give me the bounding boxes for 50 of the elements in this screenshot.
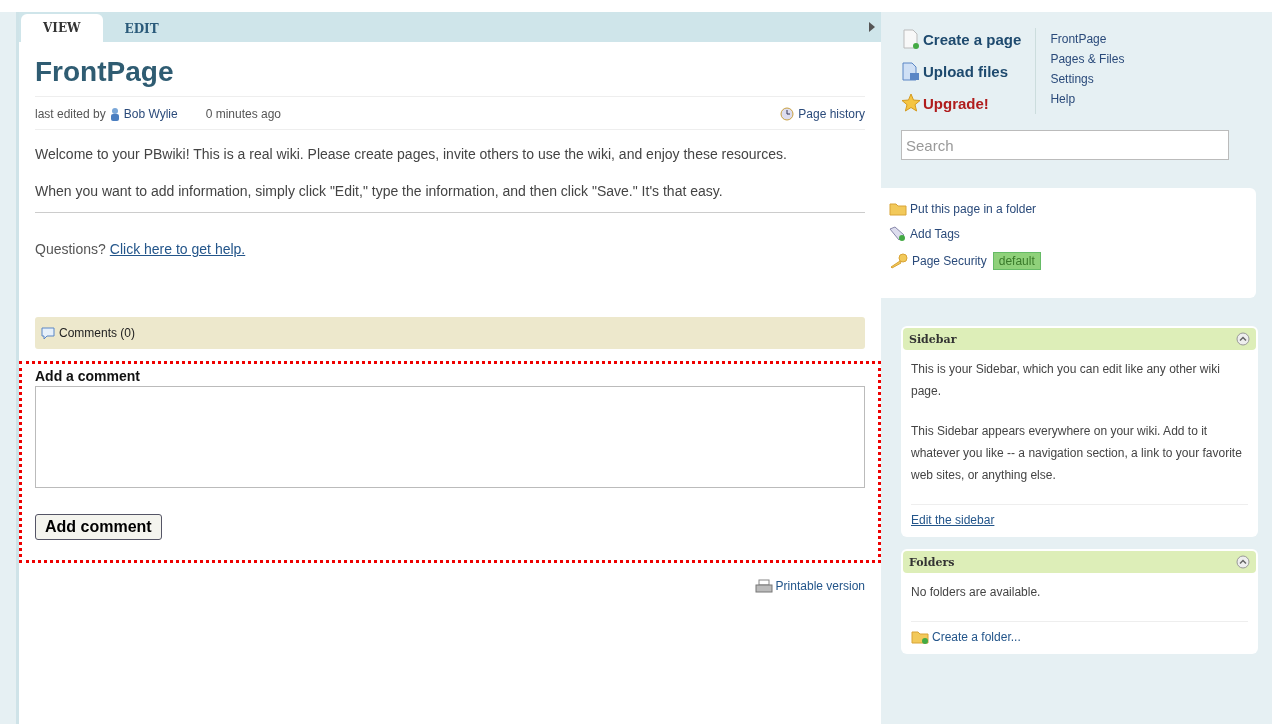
folder-icon (889, 202, 907, 216)
comment-field[interactable] (35, 386, 865, 488)
new-page-icon (901, 28, 921, 50)
page-title: FrontPage (35, 56, 865, 97)
action-link[interactable]: Create a page (901, 28, 1022, 50)
nav-link[interactable]: Settings (1050, 72, 1125, 86)
arrow-icon[interactable] (869, 22, 875, 32)
page-tool-link[interactable]: Add Tags (889, 226, 1248, 242)
tab[interactable]: EDIT (102, 16, 181, 42)
panel-title: Folders (909, 555, 955, 569)
action-link[interactable]: Upgrade! (901, 92, 1022, 114)
security-badge: default (992, 252, 1041, 270)
collapse-icon[interactable] (1236, 332, 1250, 346)
clock-icon (780, 107, 795, 121)
edited-time: 0 minutes ago (205, 107, 282, 121)
comments-bar[interactable]: Comments (0) (35, 317, 865, 349)
body-paragraph: Welcome to your PBwiki! This is a real wiki. Please create pages, invite others to use the wiki, and enjoy these resources. (35, 145, 788, 164)
edited-by-label: last edited by (35, 107, 106, 121)
create-folder-link[interactable]: Create a folder... (932, 630, 1021, 644)
nav-link[interactable]: FrontPage (1050, 32, 1125, 46)
printer-icon (754, 579, 773, 593)
comments-label: Comments (0) (59, 326, 135, 340)
add-comment-button[interactable]: Add comment (35, 514, 162, 540)
panel-title: Sidebar (909, 332, 957, 346)
key-icon (889, 253, 909, 269)
panel-text: No folders are available. (911, 584, 1042, 601)
star-icon (901, 92, 921, 114)
nav-link[interactable]: Pages & Files (1050, 52, 1125, 66)
upload-icon (901, 60, 921, 82)
tag-icon (889, 226, 907, 242)
collapse-icon[interactable] (1236, 555, 1250, 569)
folder-add-icon (911, 630, 929, 644)
help-link[interactable]: Click here to get help. (109, 241, 246, 257)
panel-text: This Sidebar appears everywhere on your wiki. Add to it whatever you like -- a navigation section, a link to your favorite web sites, or anything else. (911, 423, 1243, 484)
page-tool-link[interactable]: Put this page in a folder (889, 202, 1248, 216)
tab[interactable]: VIEW (21, 14, 103, 42)
panel-text: This is your Sidebar, which you can edit like any other wiki page. (911, 361, 1221, 400)
edit-sidebar-link[interactable]: Edit the sidebar (911, 513, 995, 527)
body-paragraph: When you want to add information, simply click "Edit," type the information, and then click "Save." It's that easy. (35, 182, 724, 201)
questions-label: Questions? (35, 241, 106, 257)
add-comment-heading: Add a comment (35, 368, 141, 384)
nav-link[interactable]: Help (1050, 92, 1125, 106)
speech-bubble-icon (41, 326, 55, 340)
action-link[interactable]: Upload files (901, 60, 1022, 82)
page-history-link[interactable]: Page history (798, 107, 865, 121)
user-icon (109, 107, 120, 121)
search-field[interactable]: Search (901, 130, 1229, 160)
page-tool-link[interactable]: Page Security default (889, 252, 1248, 270)
printable-version-link[interactable]: Printable version (754, 579, 865, 593)
author-link[interactable]: Bob Wylie (123, 107, 178, 121)
